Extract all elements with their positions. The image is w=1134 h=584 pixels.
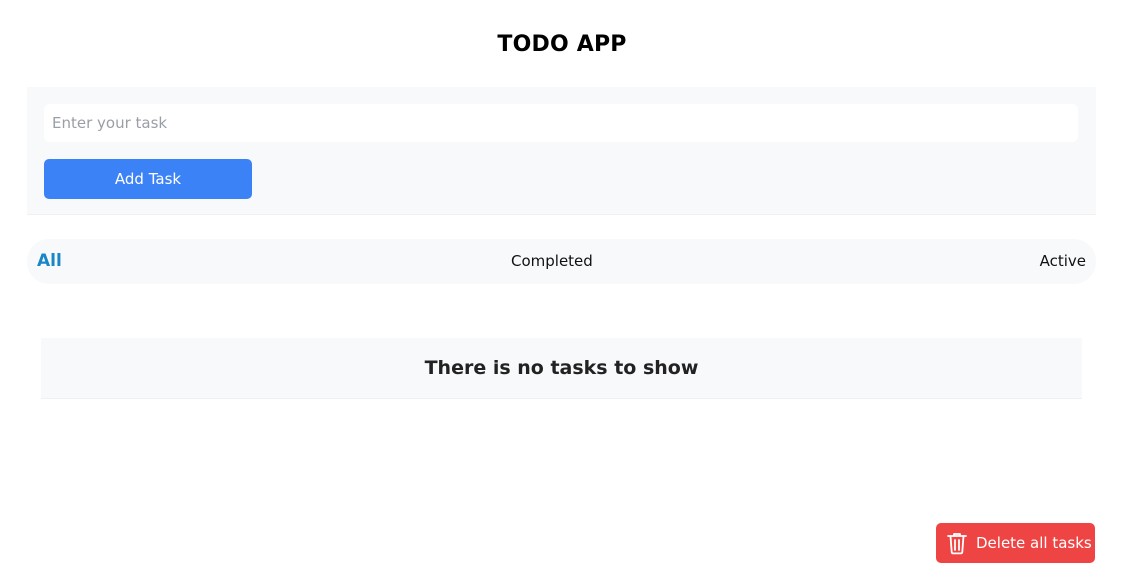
delete-all-tasks-label: Delete all tasks [976, 534, 1092, 552]
trash-icon [946, 531, 968, 555]
add-task-form: Add Task [27, 87, 1096, 215]
task-input[interactable] [44, 104, 1078, 142]
empty-message-text: There is no tasks to show [424, 357, 699, 379]
delete-all-tasks-button[interactable]: Delete all tasks [936, 523, 1095, 563]
filter-tab-all[interactable]: All [37, 239, 62, 284]
app-title: TODO APP [497, 32, 627, 57]
empty-task-list-message: There is no tasks to show [41, 338, 1082, 399]
filter-bar: All Completed Active [27, 239, 1096, 284]
filter-tab-active[interactable]: Active [1040, 239, 1086, 284]
filter-tab-completed[interactable]: Completed [511, 239, 593, 284]
add-task-button[interactable]: Add Task [44, 159, 252, 199]
